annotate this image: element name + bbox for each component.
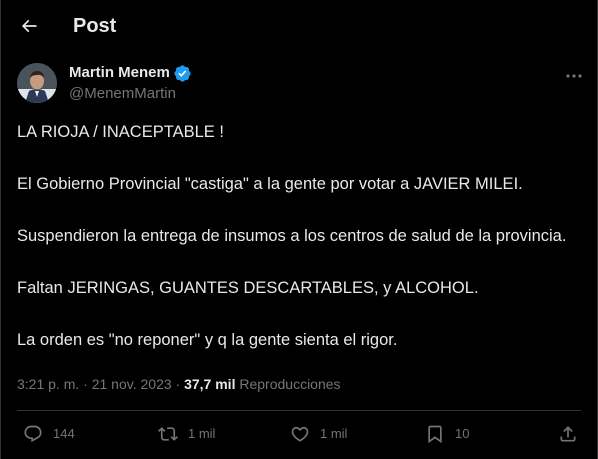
- views-count: 37,7 mil: [184, 376, 236, 392]
- tweet-paragraph: Suspendieron la entrega de insumos a los…: [17, 227, 567, 245]
- tweet-paragraph: La orden es "no reponer" y q la gente si…: [17, 331, 398, 349]
- tweet-text: LA RIOJA / INACEPTABLE ! El Gobierno Pro…: [17, 120, 581, 353]
- post-time[interactable]: 3:21 p. m.: [17, 376, 79, 392]
- reply-count: 144: [53, 426, 75, 441]
- reply-icon: [24, 425, 42, 443]
- arrow-left-icon: [21, 19, 37, 33]
- bookmark-button[interactable]: 10: [425, 422, 469, 446]
- meta-separator: ·: [171, 376, 185, 392]
- tweet-paragraph: Faltan JERINGAS, GUANTES DESCARTABLES, y…: [17, 279, 479, 297]
- reply-button[interactable]: 144: [23, 422, 75, 446]
- share-icon: [560, 426, 576, 442]
- verified-badge-icon: [174, 64, 191, 82]
- repost-button[interactable]: 1 mil: [158, 422, 215, 446]
- avatar-image: [17, 63, 57, 103]
- avatar[interactable]: [17, 63, 57, 103]
- meta-separator: ·: [79, 376, 92, 392]
- page-title: Post: [73, 15, 117, 37]
- back-button[interactable]: [12, 9, 46, 43]
- heart-icon: [291, 426, 309, 442]
- like-count: 1 mil: [320, 426, 348, 441]
- header: Post: [0, 0, 598, 53]
- tweet-paragraph: El Gobierno Provincial "castiga" a la ge…: [17, 175, 523, 193]
- author-handle[interactable]: @MenemMartin: [69, 84, 176, 104]
- bookmark-icon: [428, 425, 442, 444]
- views-label: Reproducciones: [239, 376, 341, 392]
- repost-icon: [158, 427, 178, 441]
- bookmark-count: 10: [455, 426, 470, 441]
- post-date[interactable]: 21 nov. 2023: [92, 376, 172, 392]
- author-display-name[interactable]: Martin Menem: [69, 63, 170, 83]
- post-meta: 3:21 p. m. · 21 nov. 2023 · 37,7 mil Rep…: [17, 374, 341, 394]
- share-button[interactable]: [558, 422, 578, 446]
- like-button[interactable]: 1 mil: [290, 422, 347, 446]
- author-name[interactable]: Martin Menem: [69, 63, 192, 83]
- divider: [17, 410, 581, 411]
- more-options-button[interactable]: [560, 66, 588, 86]
- more-dots-icon: [566, 74, 582, 78]
- tweet-paragraph: LA RIOJA / INACEPTABLE !: [17, 123, 224, 141]
- repost-count: 1 mil: [188, 426, 216, 441]
